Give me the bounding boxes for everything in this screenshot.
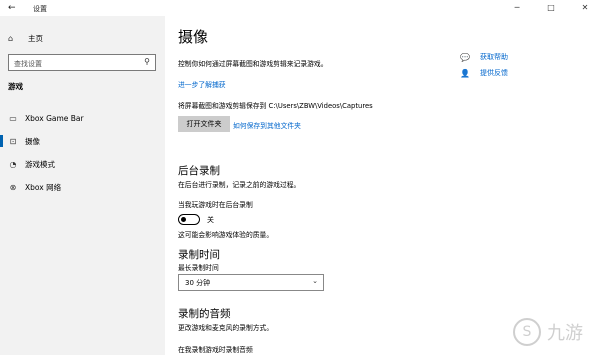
back-arrow-icon[interactable]: ← bbox=[8, 3, 16, 13]
sidebar-item-label: Xbox Game Bar bbox=[25, 113, 84, 123]
sidebar-item-label: 摄像 bbox=[25, 136, 40, 146]
watermark-logo-icon: S bbox=[513, 318, 541, 346]
close-button[interactable]: ✕ bbox=[574, 2, 596, 14]
recorded-audio-desc: 更改游戏和麦克风的录制方式。 bbox=[178, 324, 274, 332]
main-content: 摄像 控制你如何通过屏幕截图和游戏剪辑来记录游戏。 进一步了解捕获 将屏幕截图和… bbox=[165, 16, 600, 355]
title-bar: ← 设置 ─ □ ✕ bbox=[0, 0, 600, 16]
get-help-link[interactable]: 💬 获取帮助 bbox=[460, 52, 508, 62]
home-icon: ⌂ bbox=[8, 33, 14, 43]
sidebar-group-label: 游戏 bbox=[8, 82, 23, 91]
save-path-text: 将屏幕截图和游戏剪辑保存到 C:\Users\ZBW\Videos\Captur… bbox=[178, 102, 373, 110]
feedback-person-icon: 👤 bbox=[460, 68, 470, 78]
search-placeholder: 查找设置 bbox=[14, 60, 42, 68]
bg-recording-toggle[interactable] bbox=[178, 214, 200, 225]
open-folder-button[interactable]: 打开文件夹 bbox=[178, 116, 230, 132]
site-watermark: S 九游 bbox=[513, 318, 583, 346]
toggle-knob bbox=[181, 216, 186, 222]
dropdown-value: 30 分钟 bbox=[185, 279, 211, 287]
page-title: 摄像 bbox=[178, 28, 209, 46]
sidebar-item-xbox-game-bar[interactable]: ▭ Xbox Game Bar bbox=[0, 108, 165, 128]
intro-text: 控制你如何通过屏幕截图和游戏剪辑来记录游戏。 bbox=[178, 60, 328, 68]
save-elsewhere-link[interactable]: 如何保存到其他文件夹 bbox=[233, 120, 301, 130]
record-audio-option: 在我录制游戏时录制音频 bbox=[178, 346, 253, 354]
bg-recording-heading: 后台录制 bbox=[178, 165, 220, 177]
window-title: 设置 bbox=[33, 5, 47, 13]
sidebar-item-captures[interactable]: ⊡ 摄像 bbox=[0, 131, 165, 151]
recorded-audio-heading: 录制的音频 bbox=[178, 308, 231, 320]
settings-search-box[interactable]: 查找设置 ⚲ bbox=[8, 54, 156, 71]
bg-toggle-state: 关 bbox=[207, 216, 214, 224]
capture-icon: ⊡ bbox=[9, 136, 17, 146]
active-indicator bbox=[0, 135, 3, 147]
bg-quality-note: 这可能会影响游戏体验的质量。 bbox=[178, 231, 274, 239]
minimize-button[interactable]: ─ bbox=[506, 2, 528, 14]
max-length-label: 最长录制时间 bbox=[178, 264, 219, 272]
feedback-link[interactable]: 👤 提供反馈 bbox=[460, 68, 508, 78]
bg-toggle-caption: 当我玩游戏时在后台录制 bbox=[178, 201, 253, 209]
game-bar-icon: ▭ bbox=[9, 113, 17, 123]
bg-recording-desc: 在后台进行录制，记录之前的游戏过程。 bbox=[178, 181, 301, 189]
feedback-label: 提供反馈 bbox=[480, 69, 508, 77]
home-label: 主页 bbox=[28, 33, 43, 43]
xbox-icon: ⊗ bbox=[9, 182, 17, 192]
sidebar-item-game-mode[interactable]: ◔ 游戏模式 bbox=[0, 154, 165, 174]
chevron-down-icon: ⌄ bbox=[312, 277, 318, 285]
sidebar-item-xbox-network[interactable]: ⊗ Xbox 网络 bbox=[0, 177, 165, 197]
record-time-heading: 录制时间 bbox=[178, 249, 220, 261]
chat-help-icon: 💬 bbox=[460, 52, 470, 62]
sidebar: ⌂ 主页 查找设置 ⚲ 游戏 ▭ Xbox Game Bar ⊡ 摄像 ◔ 游戏… bbox=[0, 16, 165, 355]
watermark-text: 九游 bbox=[547, 323, 583, 344]
max-length-dropdown[interactable]: 30 分钟 ⌄ bbox=[178, 274, 324, 291]
search-icon: ⚲ bbox=[144, 57, 150, 66]
sidebar-item-label: Xbox 网络 bbox=[25, 182, 62, 192]
game-mode-icon: ◔ bbox=[9, 159, 17, 169]
active-indicator bbox=[0, 158, 3, 170]
maximize-button[interactable]: □ bbox=[540, 2, 562, 14]
get-help-label: 获取帮助 bbox=[480, 53, 508, 61]
sidebar-home[interactable]: ⌂ 主页 bbox=[8, 32, 43, 44]
active-indicator bbox=[0, 181, 3, 193]
learn-more-link[interactable]: 进一步了解捕获 bbox=[178, 79, 226, 89]
active-indicator bbox=[0, 112, 3, 124]
sidebar-item-label: 游戏模式 bbox=[25, 159, 55, 169]
